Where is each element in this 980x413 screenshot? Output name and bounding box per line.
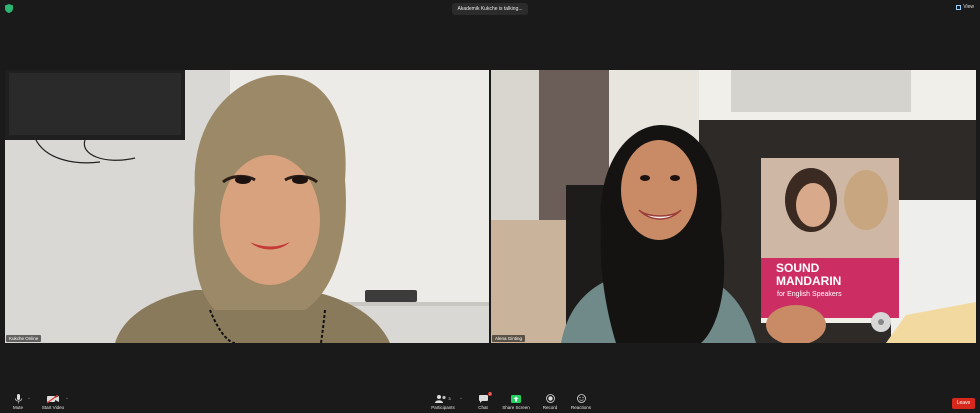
start-video-button[interactable]: Start Video [40,393,66,410]
meeting-top-bar: Akademik Kukche is talking... View [0,0,980,18]
start-video-label: Start Video [41,405,65,410]
microphone-icon [14,393,22,403]
chat-button[interactable]: 2 Chat [474,392,492,410]
participants-icon [435,394,446,403]
participants-count: 3 [448,396,451,401]
video-camera-off-icon [47,394,59,403]
shield-icon[interactable] [5,4,13,13]
book-cover: SOUND MANDARIN for English Speakers [761,158,899,323]
smiley-reaction-icon [576,394,586,403]
share-screen-label: Share Screen [502,405,530,410]
reactions-label: Reactions [570,405,591,410]
record-button[interactable]: Record [541,393,559,410]
video-tile-alena[interactable]: SOUND MANDARIN for English Speakers Alen… [491,70,976,343]
grid-view-icon [956,4,962,10]
view-label: View [963,4,974,10]
book-title-line2: MANDARIN [776,274,841,288]
video-tile-kukche[interactable]: Kukche Online [5,70,489,343]
participant-name-label: Alena Ginting [492,335,526,342]
share-screen-icon [511,394,521,403]
record-label: Record [542,405,558,410]
participant-video-feed [5,70,489,343]
video-options-caret[interactable]: ^ [66,396,68,401]
chat-unread-badge: 2 [488,392,492,396]
leave-meeting-button[interactable]: Leave [952,398,975,409]
participants-label: Participants [431,405,455,410]
mute-label: Mute [12,405,23,410]
mute-button[interactable]: Mute [9,393,27,410]
record-icon [545,394,555,403]
view-button[interactable]: View [956,4,974,10]
chat-label: Chat [478,405,488,410]
mute-options-caret[interactable]: ^ [28,396,30,401]
participant-name-label: Kukche Online [6,335,42,342]
meeting-toolbar: Mute ^ Start Video ^ 3 Participants ^ 2 … [0,390,980,413]
chat-bubble-icon [478,394,488,403]
participant-video-feed: SOUND MANDARIN for English Speakers [491,70,976,343]
reactions-button[interactable]: Reactions [570,393,592,410]
participants-options-caret[interactable]: ^ [460,396,462,401]
book-title-line1: SOUND [776,261,820,275]
active-speaker-indicator: Akademik Kukche is talking... [452,3,528,15]
participants-button[interactable]: 3 Participants [430,393,456,410]
share-screen-button[interactable]: Share Screen [502,393,530,410]
book-subtitle: for English Speakers [777,291,842,298]
